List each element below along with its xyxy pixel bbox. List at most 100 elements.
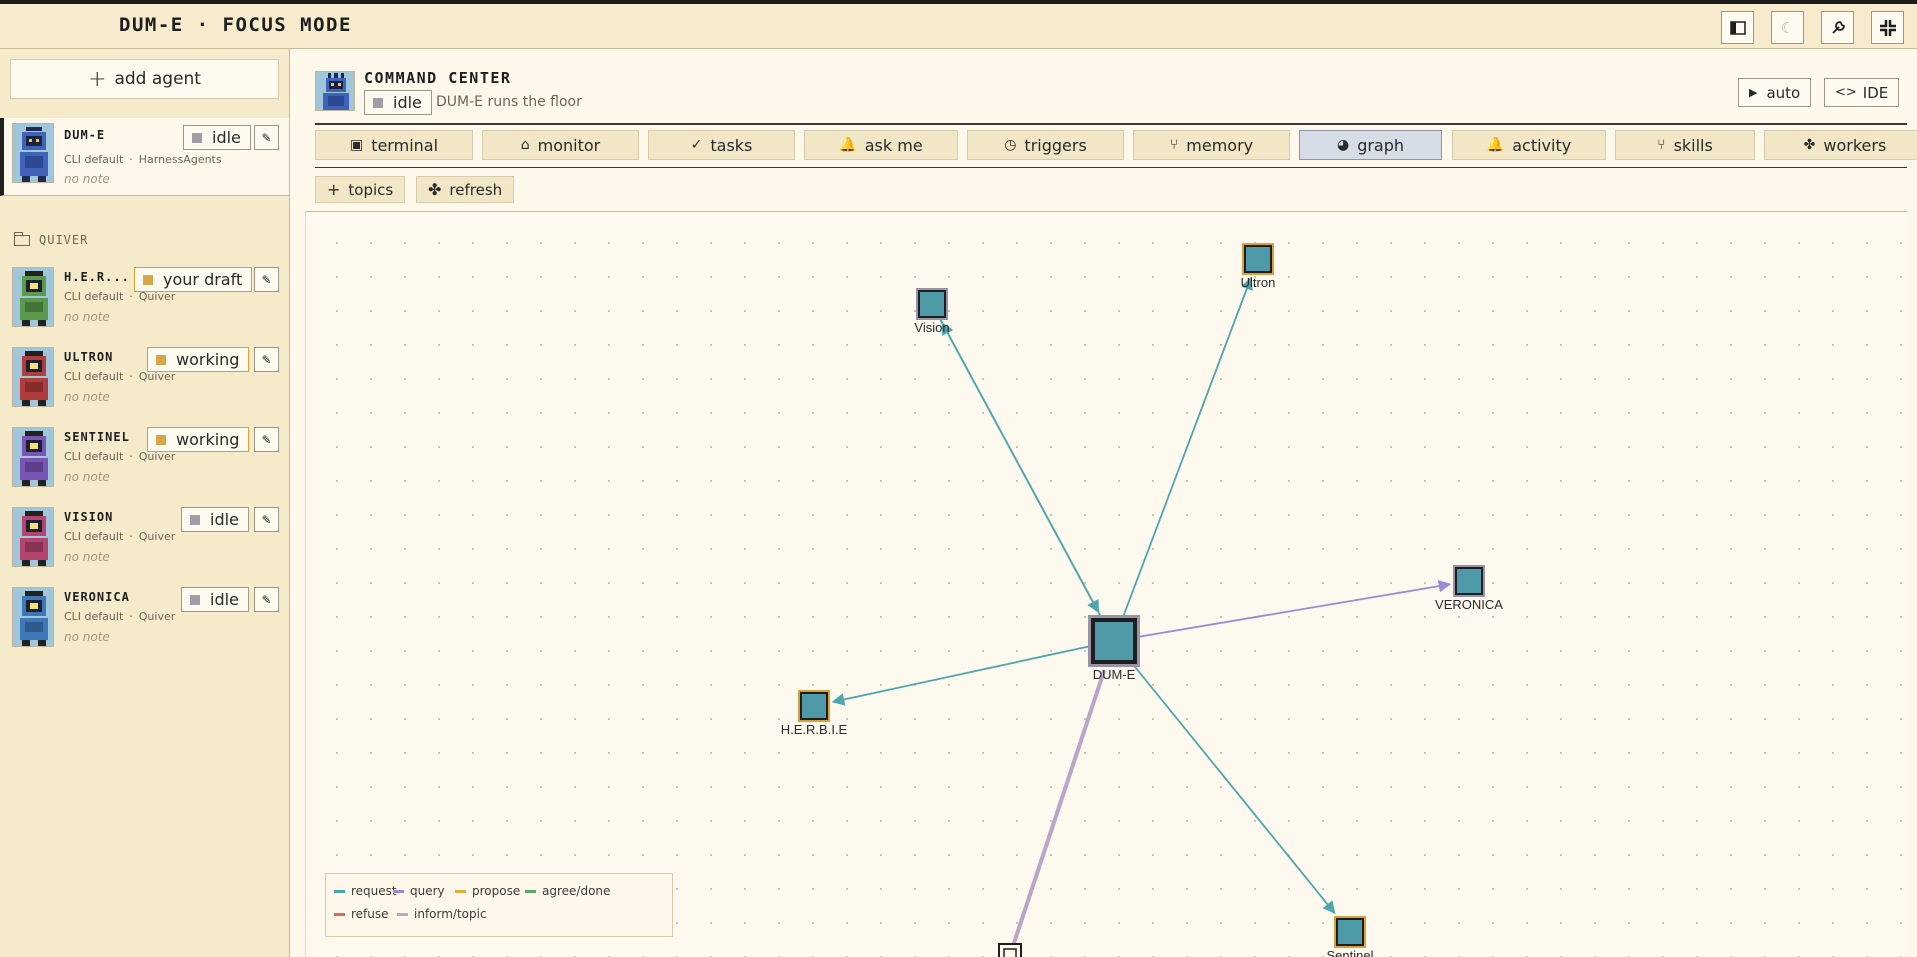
tab-activity[interactable]: 🔔 activity (1452, 130, 1606, 160)
graph-node-veronica[interactable]: VERONICA (1435, 565, 1503, 612)
legend-item-request: request (334, 884, 397, 898)
graph-edge-vision-dume (931, 303, 1100, 614)
tab-terminal[interactable]: ▣ terminal (315, 130, 473, 160)
monitor-icon: ⌂ (520, 137, 530, 153)
agent-name: VISION (64, 510, 114, 524)
legend-swatch (455, 889, 466, 893)
graph-node-human[interactable]: human (990, 943, 1030, 957)
legend-swatch (393, 889, 404, 893)
tab-label: triggers (1024, 135, 1087, 155)
tab-bar: ▣ terminal ⌂ monitor ✓ tasks 🔔 ask me ◷ triggers ⑂… (315, 130, 1917, 160)
check-icon: ✓ (690, 137, 703, 153)
code-icon: <> (1835, 85, 1857, 100)
agent-card-herbie[interactable]: H.E.R.... your draft ✎ CLI default·Quiver no… (0, 262, 289, 336)
graph-node-label: H.E.R.B.I.E (781, 722, 848, 737)
edit-agent-button[interactable]: ✎ (254, 427, 279, 452)
plus-icon: + (88, 66, 107, 92)
group-header-quiver[interactable]: QUIVER (14, 231, 89, 247)
graph-node-ultron[interactable]: Ultron (1241, 243, 1276, 290)
status-square-icon (190, 594, 200, 605)
tab-label: graph (1357, 135, 1405, 155)
tab-label: workers (1823, 135, 1887, 155)
edit-agent-button[interactable]: ✎ (254, 267, 279, 292)
legend-item-informtopic: inform/topic (397, 907, 487, 921)
graph-edge-dume-ultron (1113, 276, 1253, 642)
tab-label: terminal (371, 135, 439, 155)
edit-agent-button[interactable]: ✎ (254, 347, 279, 372)
graph-edge-dume-veronica (1113, 579, 1452, 642)
agent-graph[interactable]: DUM-E Ultron Vision VERONICA H.E.R.B.I.E Sent… (305, 211, 1907, 957)
status-square-icon (156, 354, 166, 365)
collapse-icon (1879, 19, 1896, 36)
add-agent-button[interactable]: + add agent (10, 59, 279, 99)
robot-avatar-icon (20, 271, 48, 326)
agent-card-vision[interactable]: VISION idle ✎ CLI default · Quiver no note (0, 502, 289, 576)
status-badge[interactable]: idle (181, 587, 249, 612)
ide-button[interactable]: <> IDE (1824, 78, 1900, 107)
graph-edge-human-dume (1008, 669, 1107, 956)
graph-canvas[interactable]: DUM-E Ultron Vision VERONICA H.E.R.B.I.E Sent… (306, 212, 1907, 957)
tab-memory[interactable]: ⑂ memory (1133, 130, 1290, 160)
robot-avatar-icon (20, 351, 48, 406)
agent-card-ultron[interactable]: ULTRON working ✎ CLI default · Quiver no note (0, 342, 289, 416)
graph-legend: request query propose agree/done refuse infor… (325, 873, 673, 937)
sidebar-toggle-button[interactable] (1721, 11, 1754, 44)
agent-note: no note (64, 172, 110, 186)
status-badge[interactable]: working (147, 347, 250, 372)
tabs-divider (315, 167, 1907, 168)
graph-node-label: VERONICA (1435, 597, 1503, 612)
agent-note: no note (64, 390, 110, 404)
legend-label: inform/topic (414, 907, 487, 921)
tab-triggers[interactable]: ◷ triggers (967, 130, 1124, 160)
edit-agent-button[interactable]: ✎ (254, 587, 279, 612)
group-label: QUIVER (39, 233, 89, 247)
status-label: idle (210, 510, 239, 529)
add-topics-button[interactable]: + topics (315, 176, 406, 203)
agent-note: no note (64, 470, 110, 484)
legend-item-agreedone: agree/done (525, 884, 610, 898)
tab-monitor[interactable]: ⌂ monitor (482, 130, 639, 160)
command-center-subtitle: DUM-E runs the floor (436, 94, 582, 110)
legend-swatch (334, 889, 345, 893)
graph-node-vision[interactable]: Vision (914, 288, 950, 335)
sidebar: + add agent DUM-E idle ✎ CLI default · Har… (0, 49, 290, 957)
theme-toggle-button[interactable]: ☾ (1771, 11, 1804, 44)
status-badge[interactable]: idle (364, 90, 432, 115)
command-center-status[interactable]: idle (364, 90, 432, 115)
agent-name: ULTRON (64, 350, 114, 364)
refresh-button[interactable]: ✤ refresh (416, 176, 515, 203)
pencil-icon: ✎ (261, 272, 272, 287)
gear-icon: ✤ (428, 180, 442, 199)
avatar (12, 587, 54, 647)
avatar (12, 123, 54, 183)
edit-agent-button[interactable]: ✎ (254, 507, 279, 532)
edit-agent-button[interactable]: ✎ (254, 125, 279, 150)
tab-label: memory (1186, 135, 1254, 155)
exit-focus-button[interactable] (1871, 11, 1904, 44)
status-badge[interactable]: idle (181, 507, 249, 532)
status-badge[interactable]: working (147, 427, 250, 452)
tab-graph[interactable]: ◕ graph (1299, 130, 1442, 160)
tab-skills[interactable]: ⑂ skills (1615, 130, 1755, 160)
settings-button[interactable] (1821, 11, 1854, 44)
agent-card-veronica[interactable]: VERONICA idle ✎ CLI default · Quiver no note (0, 582, 289, 656)
legend-label: propose (472, 884, 521, 898)
agent-meta: CLI default · Quiver (64, 290, 176, 303)
graph-node-herbie[interactable]: H.E.R.B.I.E (781, 690, 848, 737)
tab-tasks[interactable]: ✓ tasks (648, 130, 795, 160)
graph-node-dume[interactable]: DUM-E (1088, 615, 1140, 682)
legend-label: query (410, 884, 445, 898)
add-agent-label: add agent (114, 69, 201, 89)
graph-node-sentinel[interactable]: Sentinel (1327, 916, 1374, 957)
agent-card-dum-e[interactable]: DUM-E idle ✎ CLI default · HarnessAgents n… (0, 118, 289, 196)
agent-card-sentinel[interactable]: SENTINEL working ✎ CLI default · Quiver no not… (0, 422, 289, 496)
status-badge[interactable]: your draft (134, 267, 253, 292)
tab-ask-me[interactable]: 🔔 ask me (804, 130, 958, 160)
main-panel: COMMAND CENTER idle DUM-E runs the floor… (291, 49, 1917, 957)
graph-node-label: Ultron (1241, 275, 1276, 290)
auto-button[interactable]: ▶ auto (1738, 78, 1812, 107)
graph-icon: ◕ (1336, 137, 1350, 153)
branch-icon: ⑂ (1657, 137, 1666, 153)
tab-workers[interactable]: ✤ workers (1764, 130, 1917, 160)
status-badge[interactable]: idle (183, 125, 251, 150)
